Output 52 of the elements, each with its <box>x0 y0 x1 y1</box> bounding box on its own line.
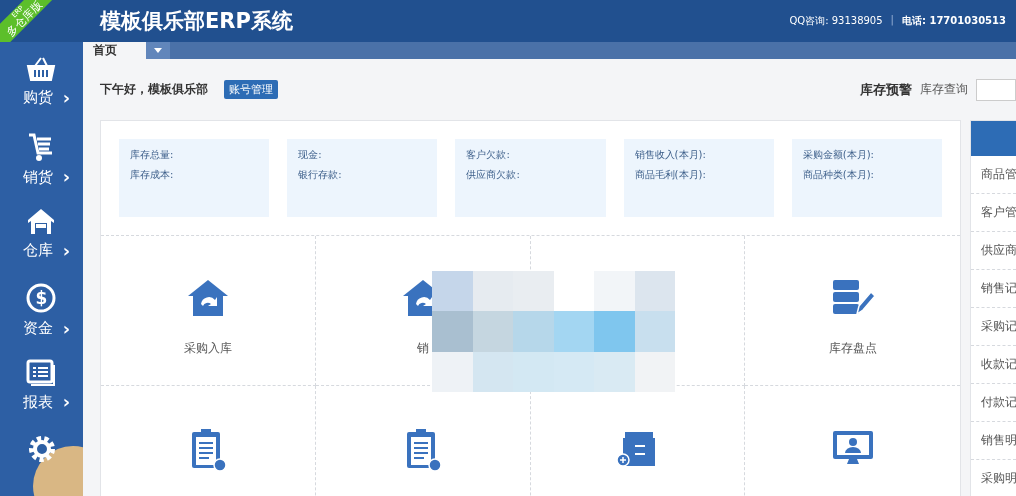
chevron-icon: › <box>62 319 71 338</box>
list-icon[interactable] <box>26 358 57 387</box>
list-item[interactable]: 采购记 <box>971 308 1016 346</box>
shortcut-label[interactable]: 采购入库 <box>183 340 232 357</box>
shortcut-tile[interactable]: 采购入库 <box>101 236 316 386</box>
house-icon[interactable] <box>26 207 57 236</box>
list-item[interactable]: 销售明 <box>971 422 1016 460</box>
stat-label: 采购金额(本月): <box>802 148 875 162</box>
stat-label: 销售收入(本月): <box>634 148 707 162</box>
list-item[interactable]: 商品管 <box>971 156 1016 194</box>
separator: | <box>890 14 894 28</box>
link[interactable]: 库存预警 <box>860 80 912 99</box>
link[interactable]: 库存查询 <box>920 81 968 98</box>
phone-contact: 电话: 17701030513 <box>901 14 1006 28</box>
stat-label: 供应商欠款: <box>466 168 521 182</box>
shortcut-label[interactable]: 销 <box>416 340 429 357</box>
list-item[interactable]: 供应商 <box>971 232 1016 270</box>
greeting-text: 下午好，模板俱乐部 <box>100 81 208 98</box>
menu-item[interactable]: 资金 <box>22 319 53 338</box>
side-panel-header <box>971 121 1016 156</box>
basket-icon[interactable] <box>26 56 57 82</box>
shortcut-label[interactable]: 库存盘点 <box>828 340 877 357</box>
stat-label: 商品毛利(本月): <box>634 168 707 182</box>
list-item[interactable]: 收款记 <box>971 346 1016 384</box>
dollar-icon[interactable]: $ <box>26 283 57 313</box>
settings-icon[interactable] <box>26 434 57 465</box>
chevron-icon: › <box>62 393 71 412</box>
menu-item[interactable]: 销货 <box>22 167 53 187</box>
shortcut-tile[interactable]: 库存盘点 <box>745 236 960 386</box>
list-item[interactable]: 付款记 <box>971 384 1016 422</box>
stat-label: 商品种类(本月): <box>802 168 875 182</box>
menu-item[interactable]: 报表 <box>22 392 53 412</box>
account-button[interactable]: 账号管理 <box>224 80 278 99</box>
chevron-icon: › <box>62 241 71 260</box>
dropdown-button[interactable] <box>146 42 170 59</box>
menu-item[interactable]: 仓库 <box>22 241 53 261</box>
menu-item[interactable]: 购货 <box>22 88 53 107</box>
list-item[interactable]: 客户管 <box>971 194 1016 232</box>
stat-label: 库存总量: <box>130 148 175 162</box>
caret-icon <box>154 48 162 53</box>
list-item[interactable]: 采购明 <box>971 460 1016 496</box>
app-title: 模板俱乐部ERP系统 <box>100 8 293 35</box>
stat-label: 现金: <box>298 148 323 162</box>
stat-label: 银行存款: <box>298 168 343 182</box>
chevron-icon: › <box>62 168 71 187</box>
search-field[interactable] <box>976 78 1016 101</box>
stat-label: 客户欠款: <box>466 148 511 162</box>
list-item[interactable]: 销售记 <box>971 270 1016 308</box>
stat-label: 库存成本: <box>130 168 175 182</box>
tab[interactable]: 首页 <box>83 42 146 59</box>
qq-contact: QQ咨询: 93138905 <box>789 14 883 28</box>
chevron-icon: › <box>62 88 71 107</box>
